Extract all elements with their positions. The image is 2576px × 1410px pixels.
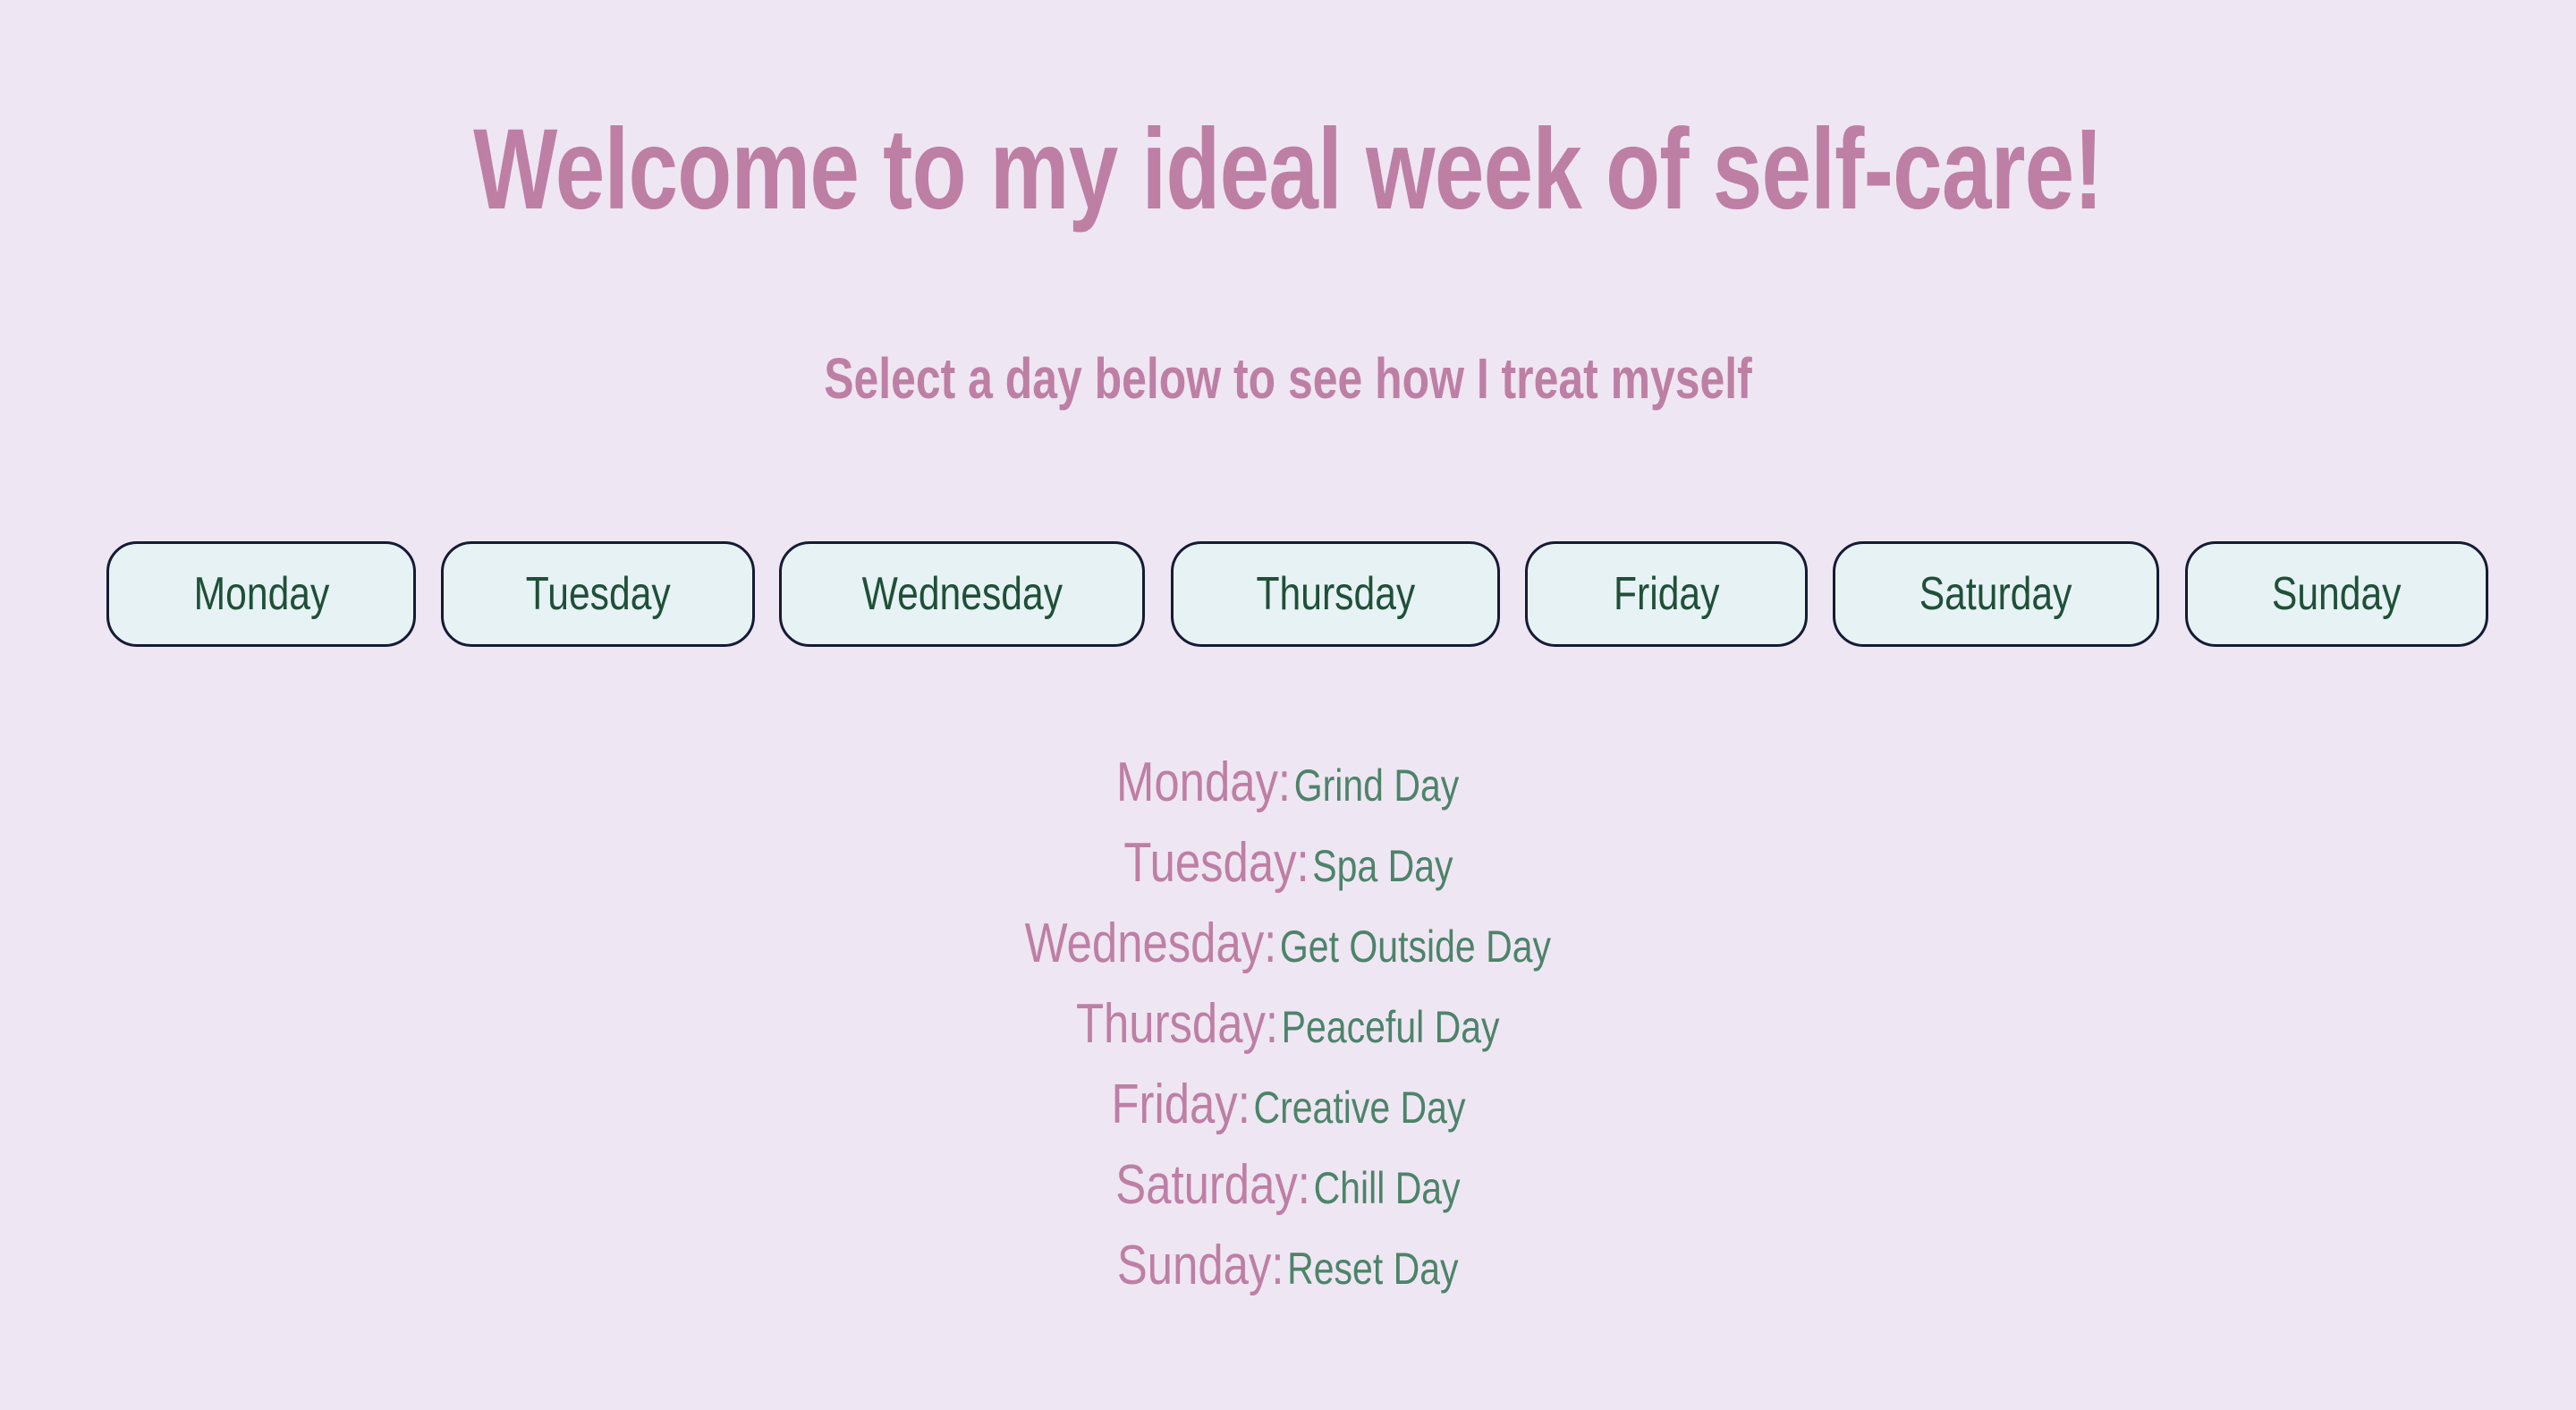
schedule-row-tuesday: Tuesday: Spa Day — [0, 823, 2576, 904]
friday-button[interactable]: Friday — [1525, 541, 1808, 647]
schedule-day-label: Tuesday: — [1123, 832, 1309, 894]
schedule-row-thursday: Thursday: Peaceful Day — [0, 984, 2576, 1065]
wednesday-button[interactable]: Wednesday — [779, 541, 1145, 647]
schedule-day-label: Friday: — [1110, 1074, 1250, 1135]
friday-button-label: Friday — [1613, 568, 1720, 620]
thursday-button[interactable]: Thursday — [1171, 541, 1500, 647]
schedule-day-theme: Peaceful Day — [1281, 1002, 1500, 1052]
saturday-button[interactable]: Saturday — [1833, 541, 2159, 647]
tuesday-button[interactable]: Tuesday — [441, 541, 755, 647]
thursday-button-label: Thursday — [1256, 568, 1415, 620]
schedule-day-label: Thursday: — [1076, 993, 1279, 1055]
schedule-row-monday: Monday: Grind Day — [0, 743, 2576, 823]
schedule-day-label: Sunday: — [1117, 1235, 1284, 1296]
schedule-day-theme: Get Outside Day — [1280, 922, 1552, 972]
schedule-row-saturday: Saturday: Chill Day — [0, 1145, 2576, 1226]
schedule-row-sunday: Sunday: Reset Day — [0, 1226, 2576, 1306]
saturday-button-label: Saturday — [1919, 568, 2072, 620]
schedule-row-friday: Friday: Creative Day — [0, 1065, 2576, 1145]
schedule-day-theme: Grind Day — [1294, 760, 1460, 811]
schedule-day-label: Saturday: — [1115, 1154, 1310, 1216]
schedule-day-theme: Reset Day — [1287, 1244, 1459, 1294]
schedule-day-theme: Creative Day — [1253, 1083, 1466, 1133]
schedule-day-label: Monday: — [1116, 752, 1292, 813]
monday-button-label: Monday — [193, 568, 329, 620]
weekly-schedule: Monday: Grind Day Tuesday: Spa Day Wedne… — [0, 743, 2576, 1306]
page-subtitle: Select a day below to see how I treat my… — [824, 346, 1752, 411]
sunday-button[interactable]: Sunday — [2185, 541, 2488, 647]
schedule-day-theme: Chill Day — [1313, 1163, 1461, 1213]
sunday-button-label: Sunday — [2272, 568, 2402, 620]
tuesday-button-label: Tuesday — [525, 568, 671, 620]
monday-button[interactable]: Monday — [106, 541, 416, 647]
page-title: Welcome to my ideal week of self-care! — [473, 106, 2104, 234]
schedule-day-theme: Spa Day — [1311, 841, 1453, 891]
schedule-day-label: Wednesday: — [1024, 913, 1277, 974]
wednesday-button-label: Wednesday — [861, 568, 1063, 620]
schedule-row-wednesday: Wednesday: Get Outside Day — [0, 904, 2576, 984]
